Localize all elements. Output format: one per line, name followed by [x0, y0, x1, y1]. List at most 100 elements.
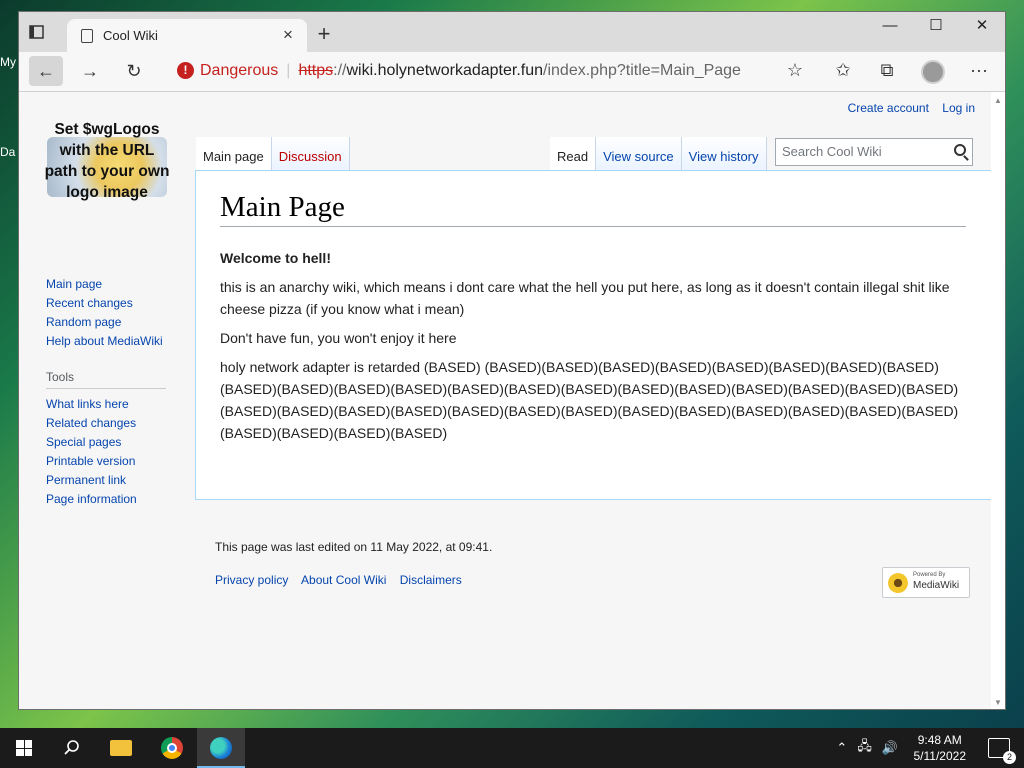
minimize-button[interactable]: — — [867, 12, 913, 42]
log-in-link[interactable]: Log in — [942, 101, 975, 115]
namespace-tabs: Main page Discussion — [196, 137, 350, 170]
windows-icon — [16, 740, 32, 756]
sidebar-item-related-changes[interactable]: Related changes — [46, 414, 186, 433]
start-button[interactable] — [0, 728, 48, 768]
address-divider: | — [286, 62, 291, 79]
scroll-down-icon[interactable]: ▼ — [994, 698, 1002, 707]
tab-view-source[interactable]: View source — [596, 137, 682, 170]
search-input[interactable]: Search Cool Wiki — [775, 138, 973, 166]
reload-button[interactable]: ↻ — [117, 56, 151, 86]
desktop-icon-label[interactable]: My — [0, 55, 20, 69]
add-favorite-icon[interactable]: ☆ — [783, 60, 807, 81]
sidebar-item-printable-version[interactable]: Printable version — [46, 452, 186, 471]
browser-window: Cool Wiki × + — ☐ ✕ ← → ↻ ! Dangerous | htt… — [18, 11, 1006, 710]
security-label[interactable]: Dangerous — [200, 62, 278, 79]
page-viewport: Create account Log in Set $wgLogos with … — [19, 92, 1005, 709]
taskbar: ⌃ 🖧 🔊 9:48 AM 5/11/2022 2 — [0, 728, 1024, 768]
tab-title: Cool Wiki — [103, 28, 158, 43]
footer: This page was last edited on 11 May 2022… — [215, 540, 492, 587]
edge-button[interactable] — [197, 728, 245, 768]
browser-toolbar: ← → ↻ ! Dangerous | https://wiki.holynetwor… — [19, 52, 1005, 92]
tab-actions-icon[interactable] — [29, 24, 51, 44]
tools-heading: Tools — [46, 370, 166, 389]
chrome-button[interactable] — [148, 728, 196, 768]
maximize-button[interactable]: ☐ — [913, 12, 959, 42]
about-link[interactable]: About Cool Wiki — [301, 573, 386, 587]
notifications-icon[interactable]: 2 — [988, 738, 1016, 764]
sidebar: Main page Recent changes Random page Hel… — [46, 275, 186, 509]
url-separator: :// — [333, 62, 347, 79]
sidebar-item-page-information[interactable]: Page information — [46, 490, 186, 509]
mediawiki-label: MediaWiki — [913, 580, 960, 591]
system-tray: ⌃ 🖧 🔊 — [826, 728, 898, 768]
view-tabs: Read View source View history — [550, 137, 767, 170]
url-scheme: https — [298, 62, 334, 79]
warning-icon[interactable]: ! — [177, 62, 194, 80]
page-icon — [81, 29, 93, 43]
powered-by-mediawiki-badge[interactable]: Powered By MediaWiki — [882, 567, 970, 598]
main-content: Main Page Welcome to hell! this is an an… — [195, 170, 991, 500]
create-account-link[interactable]: Create account — [848, 101, 929, 115]
sidebar-item-main-page[interactable]: Main page — [46, 275, 186, 294]
scrollbar[interactable]: ▲ ▼ — [991, 92, 1005, 709]
tab-bar: Cool Wiki × + — ☐ ✕ — [19, 12, 1005, 52]
powered-by-label: Powered By — [913, 572, 946, 578]
search-icon — [64, 740, 79, 755]
volume-icon[interactable]: 🔊 — [882, 740, 898, 756]
notification-count: 2 — [1003, 751, 1016, 764]
profile-avatar[interactable] — [921, 60, 945, 84]
tab-main-page[interactable]: Main page — [196, 137, 272, 170]
tab-view-history[interactable]: View history — [681, 137, 767, 170]
browser-tab[interactable]: Cool Wiki × — [67, 19, 307, 52]
network-icon[interactable]: 🖧 — [857, 737, 872, 759]
close-window-button[interactable]: ✕ — [959, 12, 1005, 42]
address-bar[interactable]: ! Dangerous | https://wiki.holynetworkadapt… — [163, 56, 803, 86]
mediawiki-logo-icon — [888, 573, 908, 593]
clock-time: 9:48 AM — [917, 733, 962, 747]
sidebar-item-special-pages[interactable]: Special pages — [46, 433, 186, 452]
collections-icon[interactable]: ⧉ — [875, 60, 899, 81]
desktop-icon-label[interactable]: Da — [0, 145, 20, 159]
desktop-icons: My Da — [0, 55, 20, 175]
sidebar-item-help[interactable]: Help about MediaWiki — [46, 332, 186, 351]
chrome-icon — [161, 737, 183, 759]
personal-tools: Create account Log in — [838, 101, 975, 115]
logo-text: Set $wgLogos with the URL path to your o… — [44, 121, 170, 201]
url-host: wiki.holynetworkadapter.fun — [346, 62, 544, 79]
sidebar-item-what-links-here[interactable]: What links here — [46, 395, 186, 414]
favorites-icon[interactable]: ✩ — [831, 60, 855, 81]
welcome-text: Welcome to hell! — [220, 250, 331, 266]
tab-read[interactable]: Read — [550, 137, 597, 170]
edge-icon — [210, 737, 232, 759]
last-edited-info: This page was last edited on 11 May 2022… — [215, 540, 493, 554]
tab-close-button[interactable]: × — [279, 25, 297, 45]
window-controls: — ☐ ✕ — [867, 12, 1005, 42]
footer-links: Privacy policy About Cool Wiki Disclaime… — [215, 573, 492, 587]
clock[interactable]: 9:48 AM 5/11/2022 — [914, 732, 967, 764]
folder-icon — [110, 740, 132, 756]
clock-date: 5/11/2022 — [913, 749, 967, 763]
sidebar-item-recent-changes[interactable]: Recent changes — [46, 294, 186, 313]
page-body: Welcome to hell! this is an anarchy wiki… — [220, 247, 966, 451]
forward-button[interactable]: → — [73, 56, 107, 86]
paragraph: holy network adapter is retarded (BASED)… — [220, 359, 959, 441]
disclaimers-link[interactable]: Disclaimers — [400, 573, 462, 587]
search-icon[interactable] — [954, 144, 966, 156]
scroll-up-icon[interactable]: ▲ — [994, 96, 1002, 105]
tab-discussion[interactable]: Discussion — [271, 137, 350, 170]
more-icon[interactable]: ··· — [967, 60, 991, 81]
search-placeholder: Search Cool Wiki — [782, 144, 882, 159]
paragraph: Don't have fun, you won't enjoy it here — [220, 330, 457, 346]
url-path: /index.php?title=Main_Page — [543, 62, 741, 79]
paragraph: this is an anarchy wiki, which means i d… — [220, 279, 950, 317]
search-button[interactable] — [48, 728, 96, 768]
chevron-up-icon[interactable]: ⌃ — [836, 740, 847, 756]
sidebar-item-random-page[interactable]: Random page — [46, 313, 186, 332]
page-title: Main Page — [220, 191, 966, 227]
new-tab-button[interactable]: + — [313, 21, 335, 47]
file-explorer-button[interactable] — [98, 728, 146, 768]
site-logo[interactable]: Set $wgLogos with the URL path to your o… — [43, 119, 171, 207]
sidebar-item-permanent-link[interactable]: Permanent link — [46, 471, 186, 490]
privacy-policy-link[interactable]: Privacy policy — [215, 573, 288, 587]
back-button[interactable]: ← — [29, 56, 63, 86]
